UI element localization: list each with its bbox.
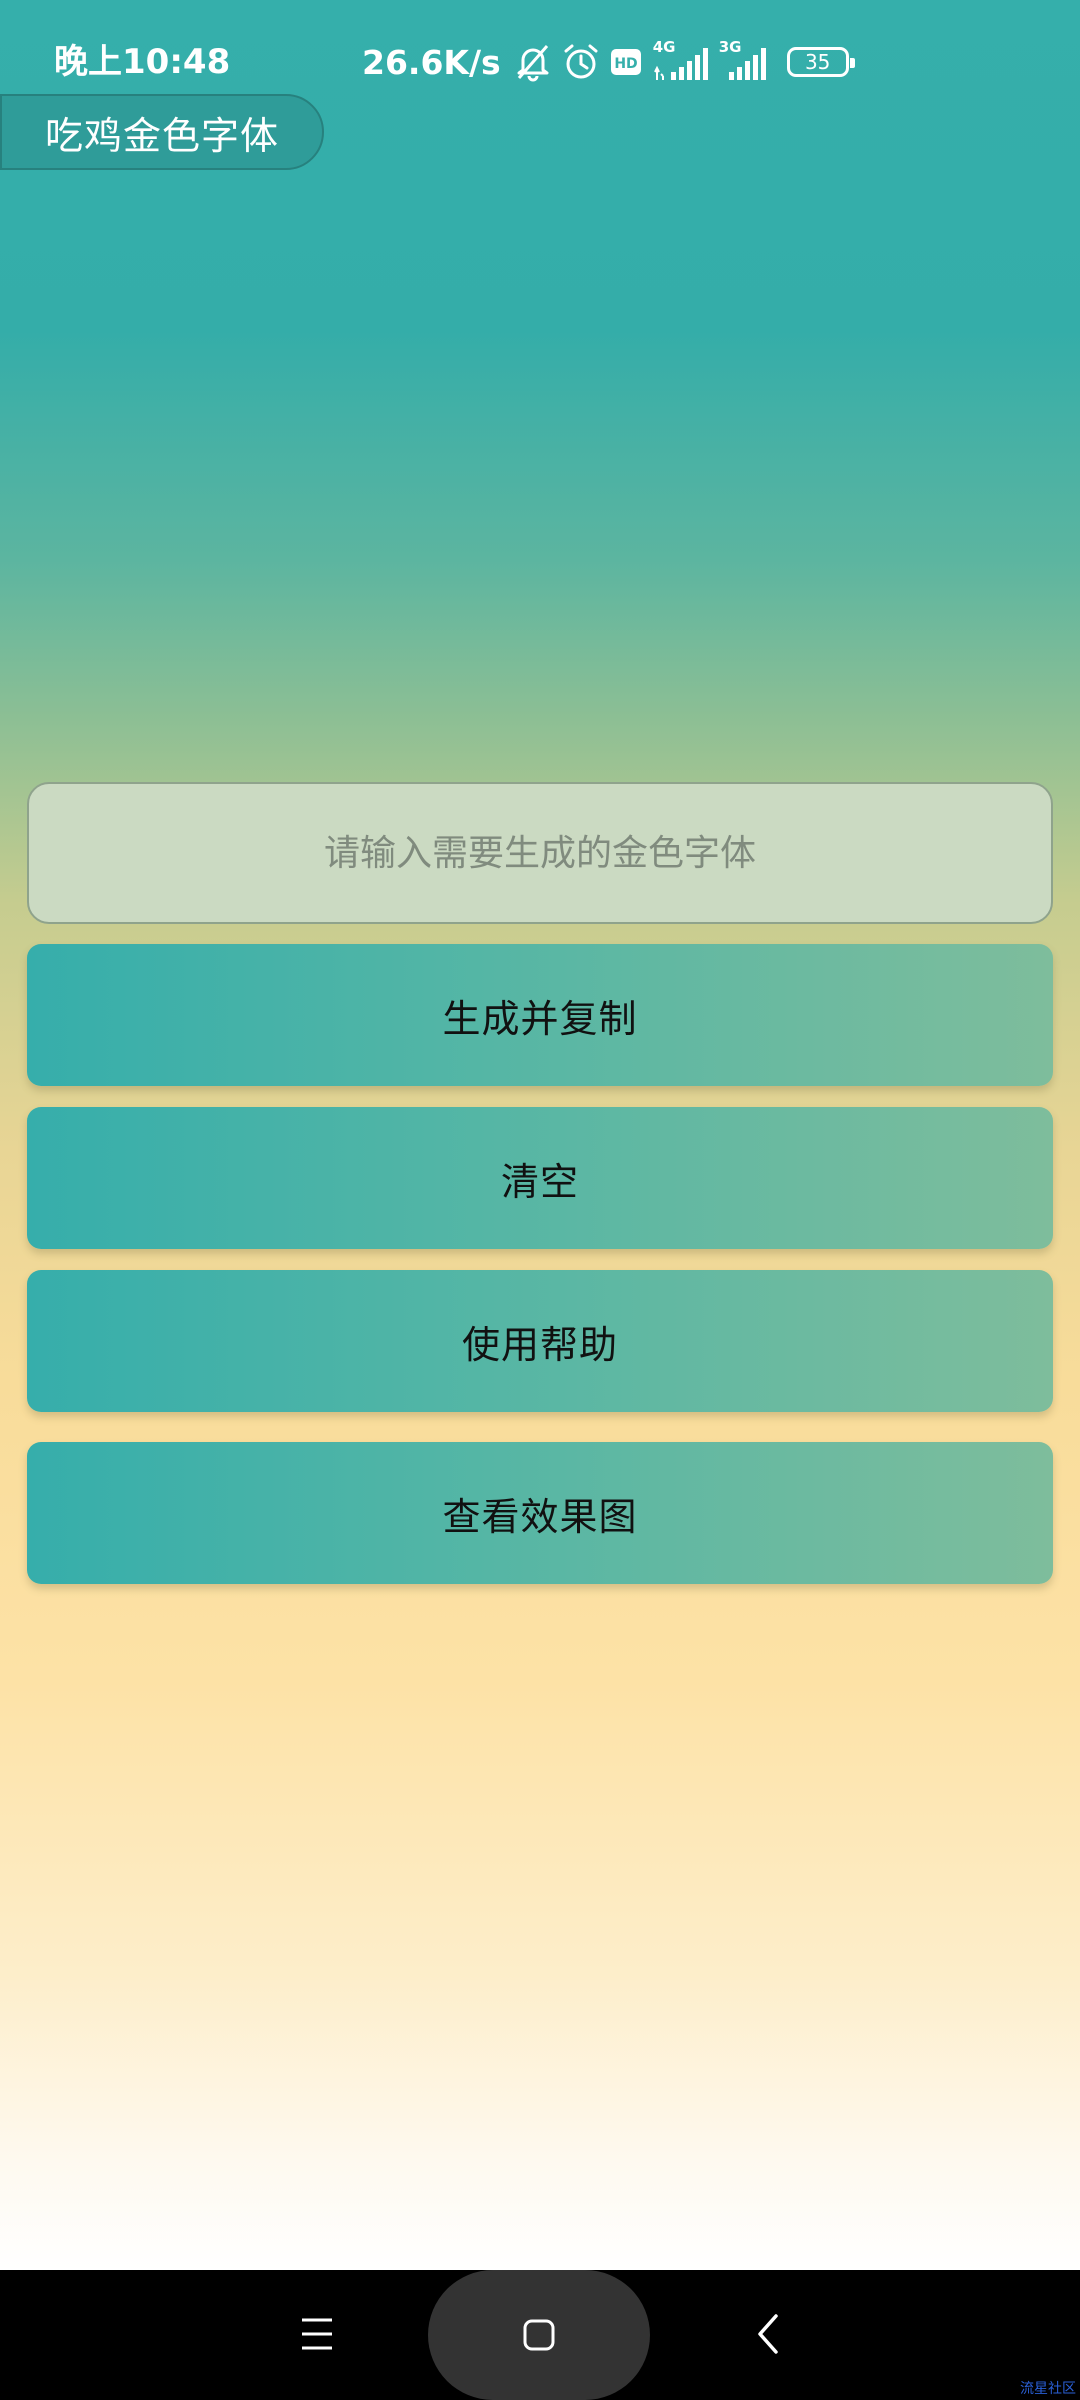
clear-button[interactable]: 清空	[27, 1107, 1053, 1249]
battery-icon: 35	[786, 47, 855, 77]
help-button[interactable]: 使用帮助	[27, 1270, 1053, 1412]
app-title: 吃鸡金色字体	[44, 113, 279, 158]
app-title-bar: 吃鸡金色字体	[0, 94, 324, 170]
mute-bell-icon	[517, 45, 549, 82]
navigation-bar: 流星社区	[0, 2270, 1080, 2400]
alarm-icon	[564, 44, 598, 79]
signal-3g-icon: 3G	[717, 38, 773, 82]
hd-icon: HD	[610, 49, 641, 75]
network-speed: 26.6K/s	[362, 42, 501, 82]
status-bar: 晚上10:48 26.6K/s HD 4G 3G 35	[0, 0, 1080, 92]
menu-icon[interactable]	[300, 2314, 334, 2354]
net-4g-label: 4G	[652, 38, 676, 56]
watermark: 流星社区	[1020, 2381, 1076, 2397]
status-time: 晚上10:48	[54, 42, 231, 82]
generate-copy-button[interactable]: 生成并复制	[27, 944, 1053, 1086]
back-icon[interactable]	[754, 2312, 782, 2356]
hd-label: HD	[614, 56, 637, 72]
preview-button[interactable]: 查看效果图	[27, 1442, 1053, 1584]
home-button[interactable]	[428, 2270, 650, 2400]
home-icon	[523, 2319, 555, 2351]
net-3g-label: 3G	[718, 38, 742, 56]
battery-level: 35	[804, 50, 831, 74]
font-text-input[interactable]	[27, 782, 1053, 924]
signal-4g-icon: 4G	[651, 38, 709, 82]
status-icons: 26.6K/s HD 4G 3G 35	[362, 38, 855, 86]
